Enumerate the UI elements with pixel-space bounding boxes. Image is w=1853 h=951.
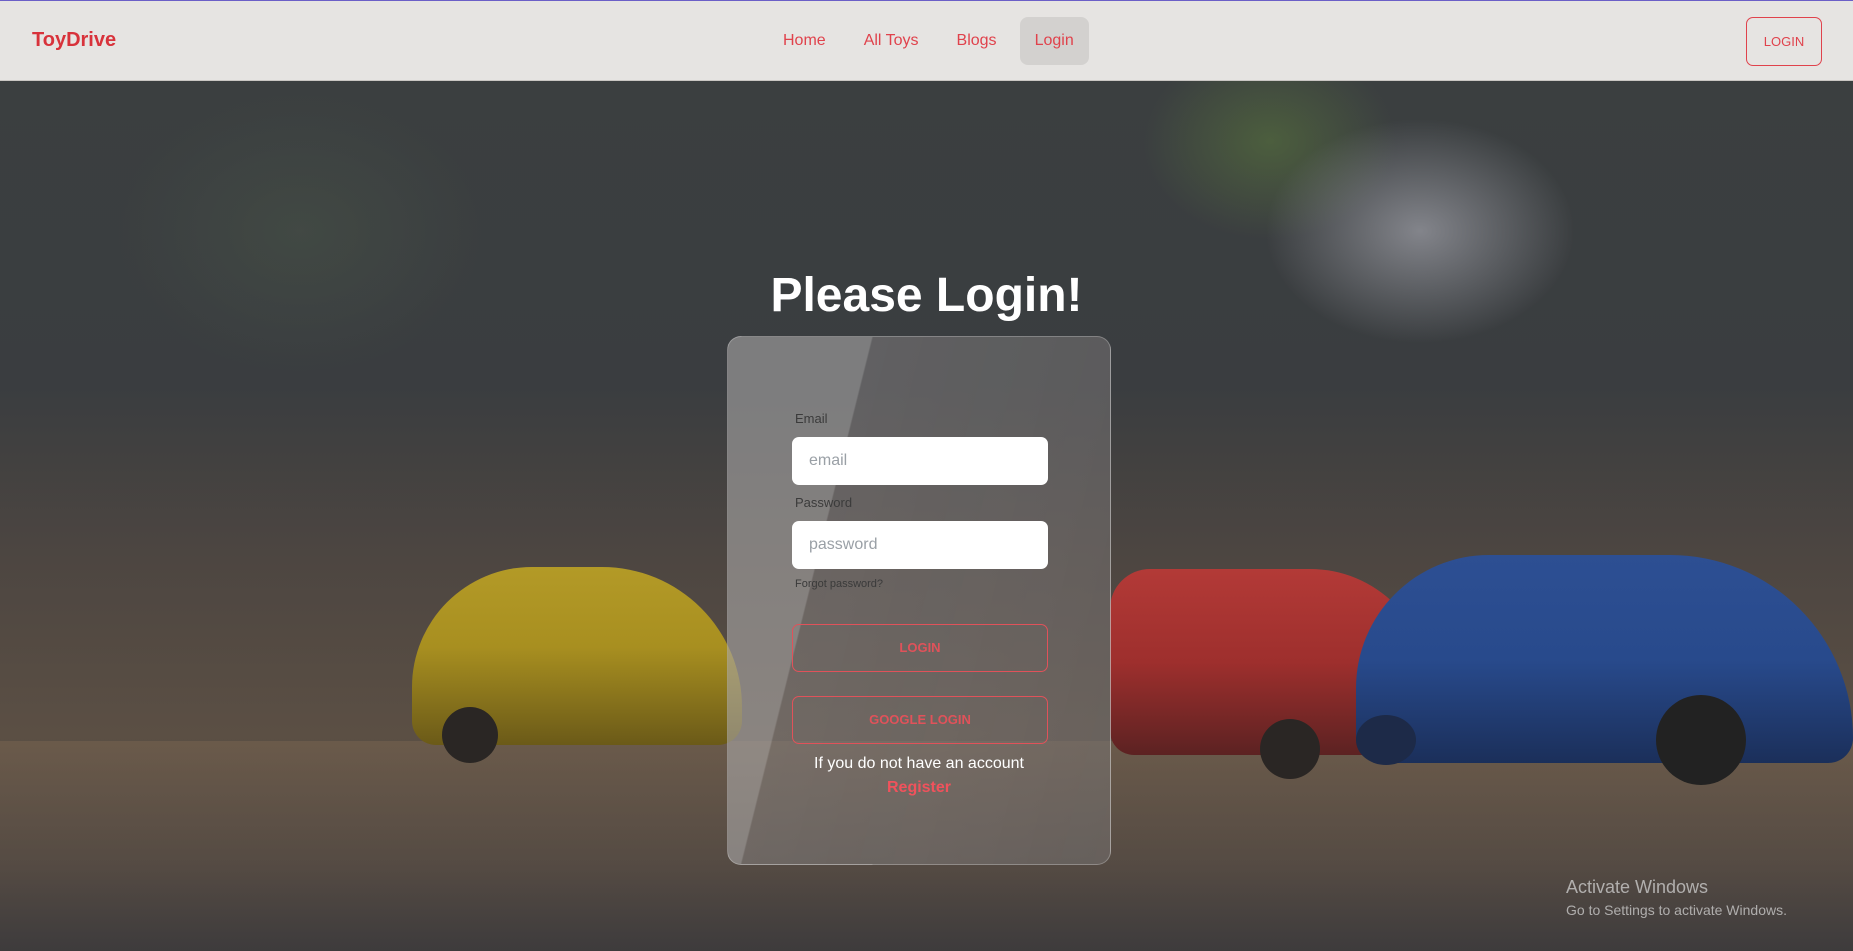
navbar: ToyDrive Home All Toys Blogs Login LOGIN	[0, 0, 1853, 81]
page-title: Please Login!	[770, 269, 1083, 322]
nav-link-home[interactable]: Home	[768, 17, 841, 65]
forgot-password-link[interactable]: Forgot password?	[795, 578, 883, 590]
nav-links: Home All Toys Blogs Login	[768, 17, 1089, 65]
nav-link-blogs[interactable]: Blogs	[942, 17, 1012, 65]
password-label: Password	[795, 495, 853, 510]
watermark-subtitle: Go to Settings to activate Windows.	[1566, 902, 1787, 918]
login-card: Email Password Forgot password? LOGIN GO…	[727, 336, 1111, 865]
nav-link-login[interactable]: Login	[1019, 17, 1089, 65]
password-input[interactable]	[792, 521, 1048, 569]
email-label: Email	[795, 411, 828, 426]
no-account-text: If you do not have an account	[814, 755, 1024, 772]
brand-logo[interactable]: ToyDrive	[32, 29, 116, 52]
header-login-button[interactable]: LOGIN	[1746, 17, 1822, 66]
register-link[interactable]: Register	[728, 779, 1110, 797]
login-button[interactable]: LOGIN	[792, 624, 1048, 672]
blue-toy-car-image	[1356, 555, 1853, 785]
nav-link-all-toys[interactable]: All Toys	[849, 17, 934, 65]
yellow-toy-car-image	[412, 567, 742, 763]
google-login-button[interactable]: GOOGLE LOGIN	[792, 696, 1048, 744]
activate-windows-watermark: Activate Windows Go to Settings to activ…	[1566, 877, 1787, 918]
watermark-title: Activate Windows	[1566, 877, 1709, 897]
email-input[interactable]	[792, 437, 1048, 485]
